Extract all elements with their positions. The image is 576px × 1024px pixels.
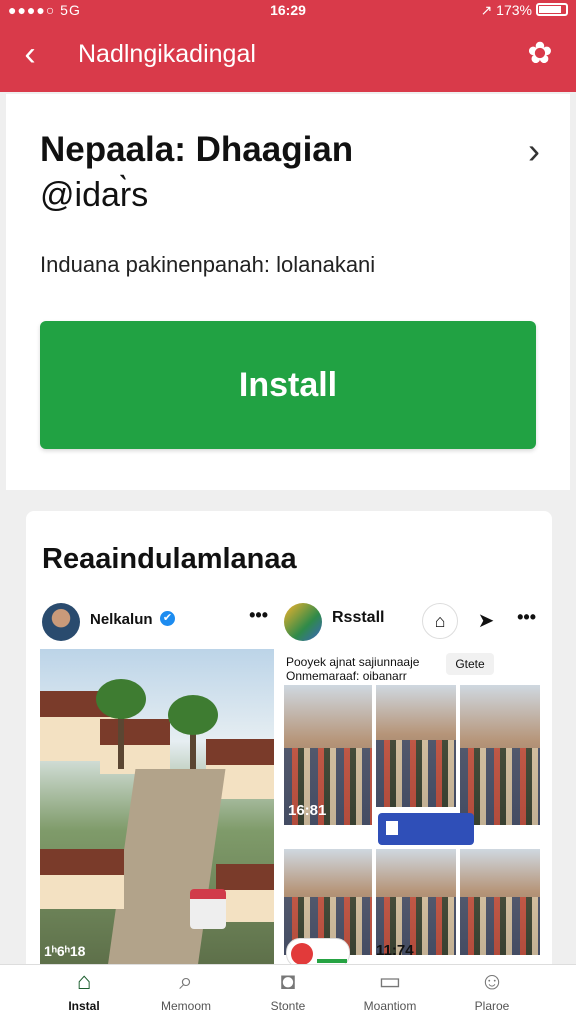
battery-icon — [536, 3, 568, 16]
photo-timestamp: 1ʰ6ʰ18 — [44, 943, 86, 959]
avatar[interactable] — [42, 603, 80, 641]
grid-photo[interactable] — [460, 685, 540, 825]
nav-item-search[interactable]: ⌕ Memoom — [136, 965, 236, 1024]
nav-item-profile[interactable]: ☺ Plaroe — [442, 965, 542, 1024]
nav-label: Moantiom — [363, 999, 417, 1013]
post-username[interactable]: Nelkalun — [90, 611, 153, 628]
verified-badge-icon: ✔ — [160, 611, 175, 626]
chat-icon: ▭ — [378, 968, 402, 995]
status-bar: ●●●●○ 5G 16:29 ↗ 173% — [0, 0, 576, 20]
nav-item-home[interactable]: ⌂ Instal — [34, 965, 134, 1024]
grid-photo[interactable]: 16:81 — [284, 685, 372, 825]
battery-percent: ↗ 173% — [480, 2, 532, 18]
nav-item-notifications[interactable]: ◘ Stonte — [238, 965, 338, 1024]
grid-photo[interactable] — [460, 849, 540, 955]
post-photo[interactable]: 1ʰ6ʰ18 — [40, 649, 274, 979]
search-icon: ⌕ — [179, 968, 193, 995]
house-shape — [40, 849, 124, 909]
install-button[interactable]: Install — [40, 321, 536, 449]
page-handle: @idar̀s — [40, 176, 149, 214]
photo-timestamp: 11:74 — [376, 942, 414, 959]
palm-tree-shape — [168, 695, 218, 775]
app-bar-title: Nadlngikadingal — [78, 40, 256, 68]
nav-label: Plaroe — [474, 999, 510, 1013]
palm-tree-shape — [96, 679, 146, 769]
crowd-shape — [376, 739, 456, 807]
page-name: Nepaala: Dhaagian — [40, 130, 354, 169]
nav-label: Memoom — [160, 999, 211, 1013]
post-caption: Pooyek ajnat sajiunnaaje Onmemaraaf: oib… — [286, 655, 420, 683]
ad-banner[interactable] — [378, 813, 474, 845]
notification-icon: ◘ — [280, 968, 296, 995]
avatar[interactable] — [284, 603, 322, 641]
app-bar: ‹ Nadlngikadingal ✿ — [0, 20, 576, 92]
photo-grid: 16:81 — [284, 685, 540, 955]
profile-card: Nepaala: Dhaagian @idar̀s › Induana paki… — [6, 94, 570, 490]
chevron-right-icon[interactable]: › — [528, 130, 540, 172]
page-description: Induana pakinenpanah: lolanakani — [40, 252, 376, 277]
house-shape — [100, 719, 170, 774]
post-tag[interactable]: Gtete — [446, 653, 494, 675]
home-icon: ⌂ — [76, 968, 92, 995]
share-icon[interactable]: ⌂ — [422, 603, 458, 639]
nav-label: Stonte — [270, 999, 306, 1013]
nav-item-messages[interactable]: ▭ Moantiom — [340, 965, 440, 1024]
settings-gear-icon[interactable]: ✿ — [522, 36, 558, 72]
back-chevron-icon[interactable]: ‹ — [14, 34, 46, 74]
photo-timestamp: 16:81 — [288, 802, 327, 819]
profile-icon: ☺ — [479, 968, 505, 995]
grid-photo[interactable] — [376, 685, 456, 807]
feed-section-title: Reaaindulamlanaa — [42, 543, 297, 575]
nav-label: Instal — [68, 999, 100, 1013]
crowd-shape — [460, 896, 540, 955]
post-card[interactable]: Nelkalun ✔ ••• 1ʰ6ʰ18 — [40, 599, 274, 979]
bottom-nav: ⌂ Instal ⌕ Memoom ◘ Stonte ▭ Moantiom ☺ … — [0, 964, 576, 1024]
send-icon[interactable]: ➤ — [468, 603, 504, 639]
more-options-icon[interactable]: ••• — [517, 607, 536, 628]
more-options-icon[interactable]: ••• — [249, 605, 268, 626]
reaction-icon — [291, 943, 313, 965]
car-shape — [190, 889, 226, 929]
progress-line — [317, 959, 347, 963]
grid-photo[interactable] — [376, 849, 456, 955]
post-username[interactable]: Rsstall — [332, 609, 384, 627]
